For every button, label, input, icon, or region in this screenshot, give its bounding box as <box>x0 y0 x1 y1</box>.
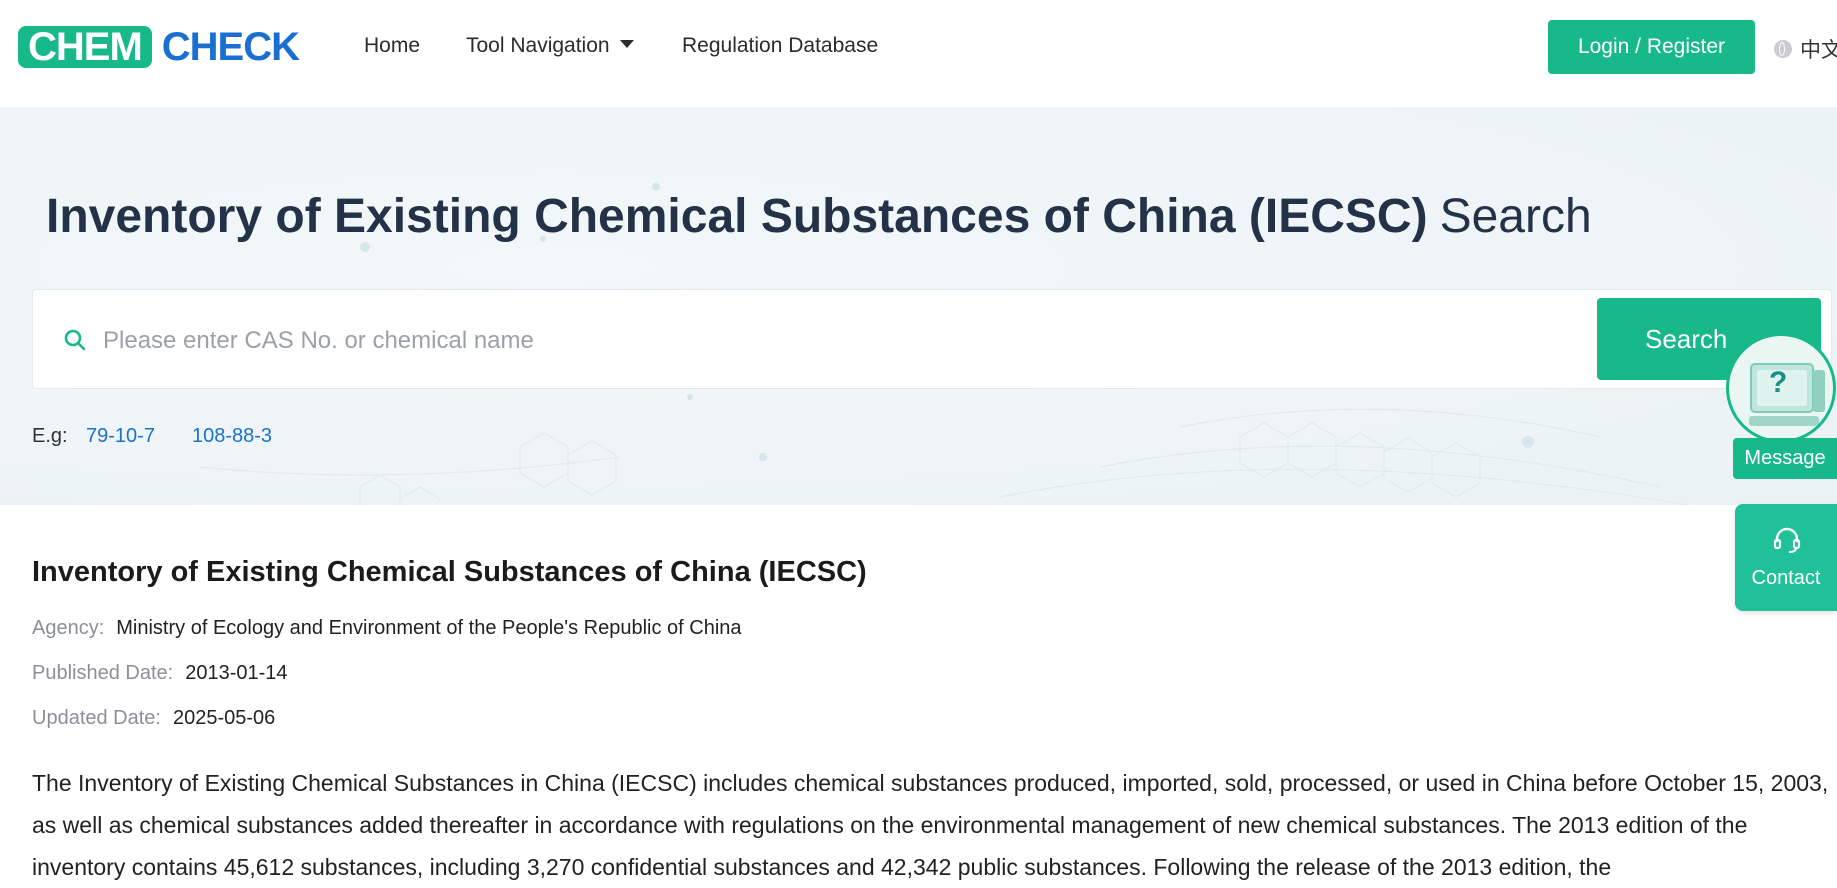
chemcheck-logo[interactable]: CHEM CHECK <box>18 25 300 69</box>
search-hero: Inventory of Existing Chemical Substance… <box>0 107 1837 505</box>
page-title: Inventory of Existing Chemical Substance… <box>46 189 1592 244</box>
language-label: 中文 <box>1800 39 1837 62</box>
updated-date-label: Updated Date: <box>32 707 161 729</box>
agency-label: Agency: <box>32 617 105 639</box>
logo-check-text: CHECK <box>161 25 300 69</box>
search-icon <box>64 329 86 351</box>
agency-value: Ministry of Ecology and Environment of t… <box>116 617 742 639</box>
globe-icon <box>1774 40 1792 58</box>
nav-home[interactable]: Home <box>364 34 420 58</box>
search-button-label: Search <box>1645 323 1728 354</box>
page-title-highlighted: Inventory of Existing Chemical Substance… <box>46 190 1428 243</box>
published-date-label: Published Date: <box>32 662 174 684</box>
search-input[interactable] <box>101 318 1565 364</box>
top-header: CHEM CHECK Home Tool Navigation Regulati… <box>0 0 1837 107</box>
logo-chem-text: CHEM <box>18 26 152 68</box>
message-button[interactable]: Message <box>1733 438 1837 479</box>
login-register-button[interactable]: Login / Register <box>1548 20 1755 74</box>
nav-tool-navigation[interactable]: Tool Navigation <box>466 34 634 58</box>
updated-date-row: Updated Date: 2025-05-06 <box>32 707 275 730</box>
published-date-row: Published Date: 2013-01-14 <box>32 662 288 685</box>
agency-row: Agency: Ministry of Ecology and Environme… <box>32 617 742 640</box>
examples-label: E.g: <box>32 425 68 447</box>
help-question-mark: ? <box>1769 366 1788 399</box>
language-switcher[interactable]: 中文 <box>1774 34 1837 64</box>
chevron-down-icon <box>619 40 634 49</box>
page-title-suffix: Search <box>1439 190 1592 243</box>
nav-regulation-database[interactable]: Regulation Database <box>682 34 878 58</box>
updated-date-value: 2025-05-06 <box>172 707 276 729</box>
published-date-value: 2013-01-14 <box>185 662 288 684</box>
regulation-description: The Inventory of Existing Chemical Subst… <box>32 770 1829 880</box>
headset-icon <box>1773 527 1801 553</box>
search-bar: Search→ <box>32 289 1832 389</box>
example-link-108-88-3[interactable]: 108-88-3 <box>192 425 272 448</box>
regulation-title: Inventory of Existing Chemical Substance… <box>32 556 867 588</box>
help-assistant-icon: ? <box>1726 333 1836 443</box>
contact-button[interactable]: Contact <box>1735 504 1837 611</box>
nav-tool-navigation-label: Tool Navigation <box>466 34 610 57</box>
contact-label: Contact <box>1751 567 1821 589</box>
example-link-79-10-7[interactable]: 79-10-7 <box>86 425 155 448</box>
